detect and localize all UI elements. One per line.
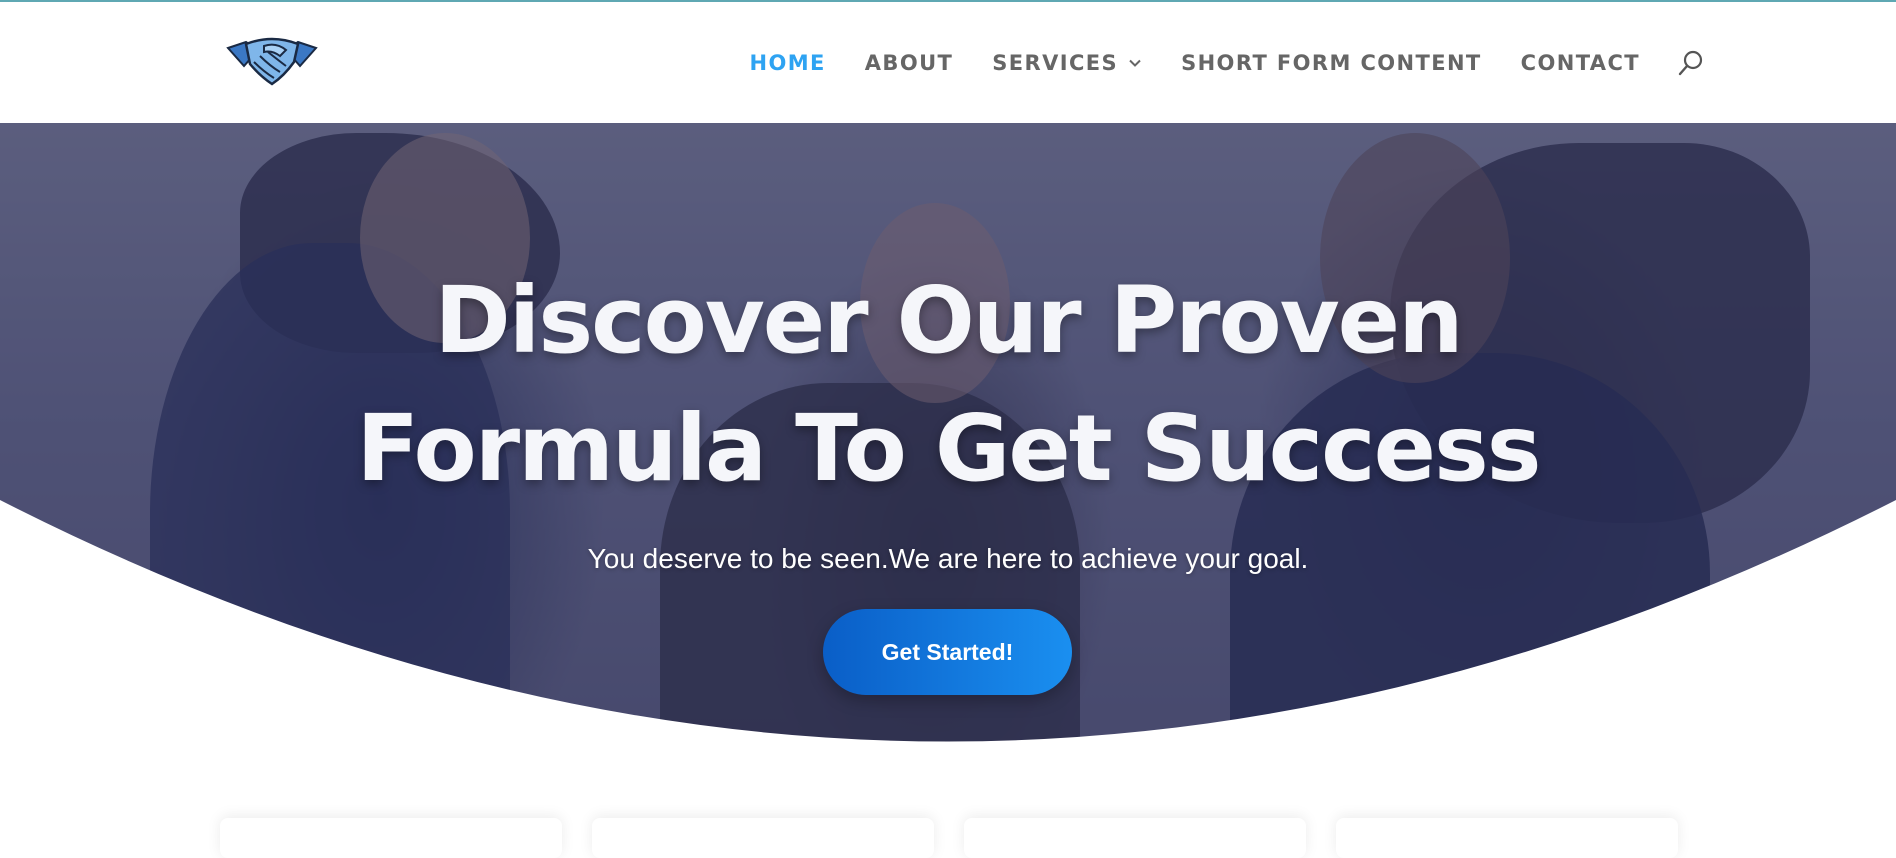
- search-icon[interactable]: [1676, 48, 1706, 78]
- feature-card: [592, 818, 934, 858]
- nav-home-label: HOME: [749, 50, 826, 75]
- nav-services[interactable]: SERVICES: [992, 51, 1142, 75]
- hero-headline-line1: Discover Our Proven: [434, 267, 1463, 374]
- nav-short-form-content-label: SHORT FORM CONTENT: [1181, 50, 1482, 75]
- handshake-icon: [226, 37, 318, 86]
- hero-subtitle: You deserve to be seen.We are here to ac…: [587, 543, 1309, 574]
- feature-card: [220, 818, 562, 858]
- nav-services-label: SERVICES: [992, 50, 1119, 75]
- feature-card: [1336, 818, 1678, 858]
- hero-headline-line2: Formula To Get Success: [356, 395, 1541, 502]
- site-header: HOME ABOUT SERVICES SHORT FORM CONTENT C…: [0, 2, 1896, 123]
- nav-about[interactable]: ABOUT: [865, 51, 954, 75]
- nav-home[interactable]: HOME: [749, 51, 825, 75]
- chevron-down-icon: [1129, 59, 1141, 67]
- main-nav: HOME ABOUT SERVICES SHORT FORM CONTENT C…: [710, 2, 1706, 123]
- get-started-button[interactable]: Get Started!: [823, 609, 1072, 695]
- nav-contact[interactable]: CONTACT: [1521, 51, 1640, 75]
- feature-card: [964, 818, 1306, 858]
- nav-about-label: ABOUT: [864, 50, 954, 75]
- site-logo[interactable]: [224, 32, 320, 92]
- nav-short-form-content[interactable]: SHORT FORM CONTENT: [1181, 51, 1482, 75]
- nav-contact-label: CONTACT: [1520, 50, 1640, 75]
- hero-section: Discover Our Proven Formula To Get Succe…: [0, 123, 1896, 840]
